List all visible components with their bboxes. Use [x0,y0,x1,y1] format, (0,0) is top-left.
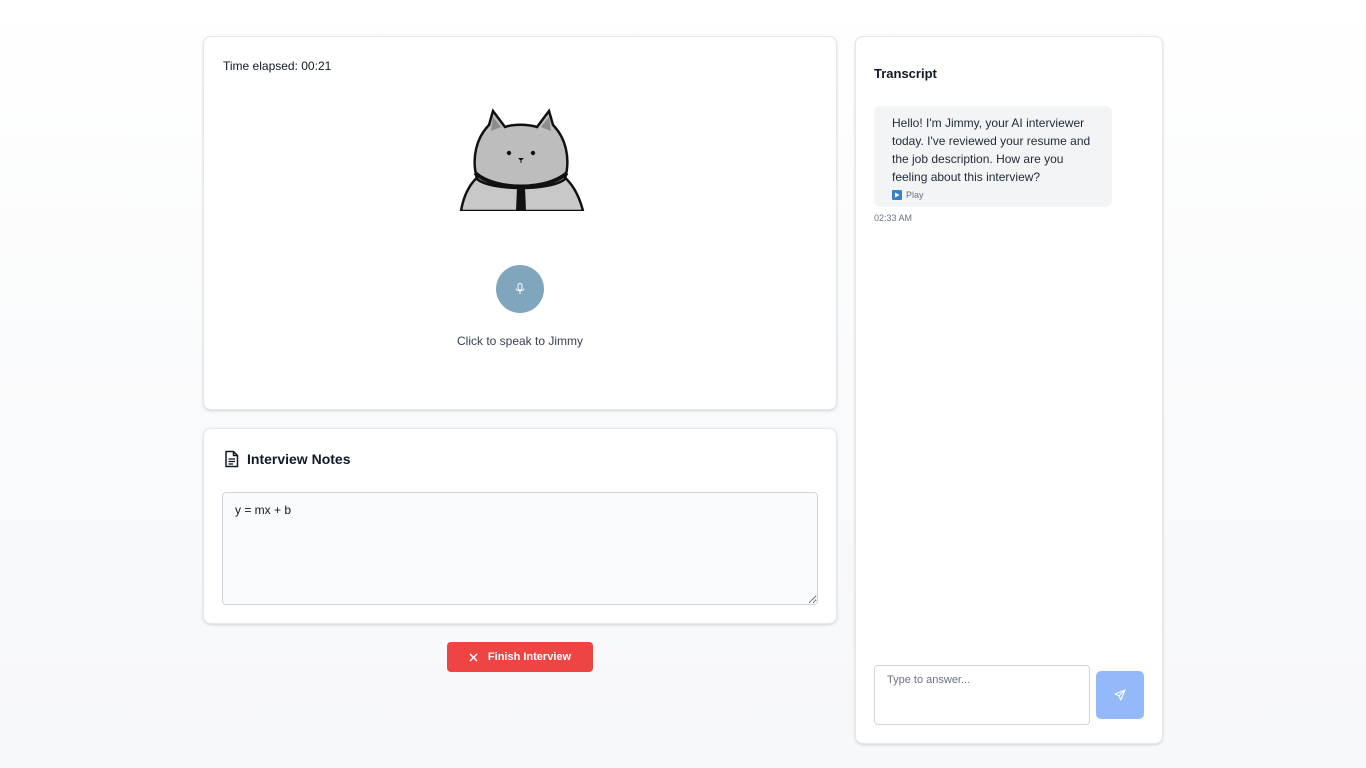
notes-header: Interview Notes [223,450,350,468]
document-icon [225,450,239,468]
play-button[interactable]: Play [892,190,924,200]
close-icon [469,653,478,661]
microphone-button[interactable] [496,265,544,313]
interview-panel: Time elapsed: 00:21 Click to speak to Ji… [203,36,837,410]
transcript-panel: Transcript Hello! I'm Jimmy, your AI int… [855,36,1163,744]
play-icon [892,190,902,200]
microphone-icon [515,283,525,294]
cat-avatar-icon [459,108,585,211]
finish-interview-label: Finish Interview [487,651,572,663]
play-label: Play [906,190,924,200]
notes-title: Interview Notes [247,451,351,467]
message-timestamp: 02:33 AM [874,213,913,223]
finish-interview-button[interactable]: Finish Interview [447,642,593,672]
interview-notes-panel: Interview Notes y = mx + b [203,428,837,624]
time-elapsed: Time elapsed: 00:21 [223,59,332,73]
answer-input[interactable] [874,665,1090,725]
message-text: Hello! I'm Jimmy, your AI interviewer to… [892,116,1091,184]
mic-caption: Click to speak to Jimmy [456,334,584,348]
notes-textarea[interactable]: y = mx + b [222,492,818,605]
message-bubble: Hello! I'm Jimmy, your AI interviewer to… [874,106,1112,207]
transcript-title: Transcript [874,66,937,81]
send-icon [1114,689,1126,701]
send-button[interactable] [1096,671,1144,719]
